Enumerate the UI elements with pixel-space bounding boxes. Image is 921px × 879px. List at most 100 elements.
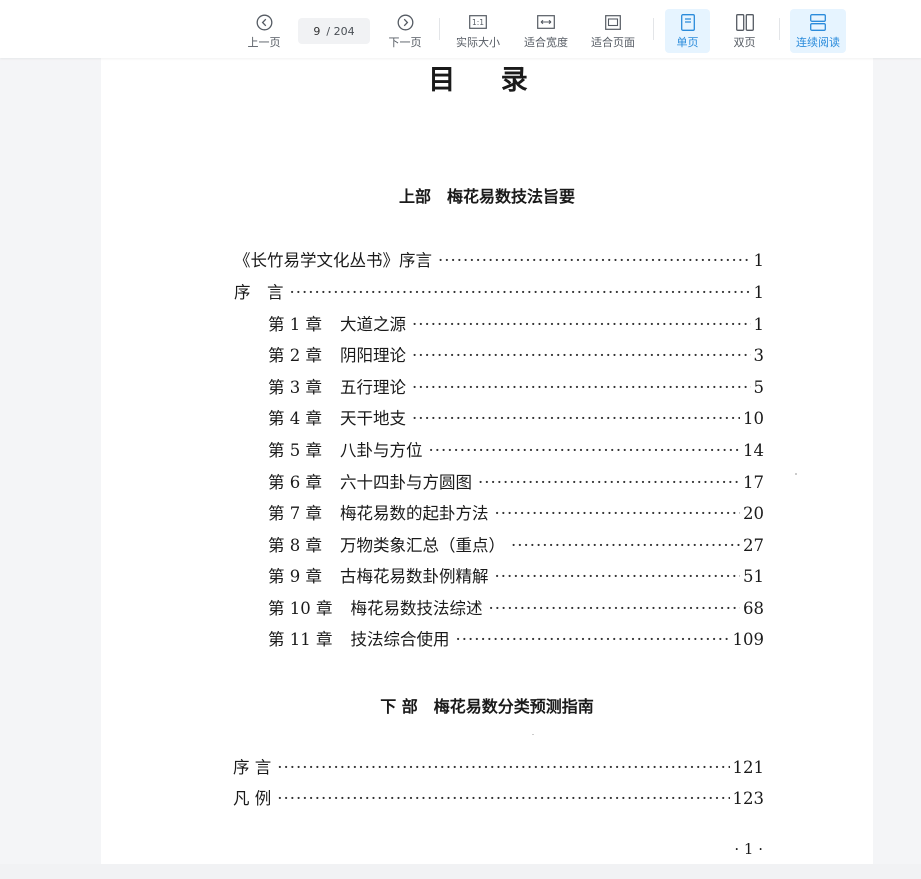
toc-page-number: 5 (753, 378, 765, 397)
page-number: · 1 · (734, 840, 763, 858)
double-page-button[interactable]: 双页 (722, 9, 767, 53)
toc-chapter: 第 2 章 (268, 346, 322, 365)
toc-page-number: 123 (732, 789, 765, 808)
toolbar-divider (779, 18, 780, 40)
toc-page-number: 1 (753, 315, 765, 334)
toc-entry[interactable]: 凡 例 123 (233, 788, 764, 810)
toc-entry-title: 大道之源 (340, 315, 406, 334)
toc-entry[interactable]: 第 11 章技法综合使用 109 (268, 629, 764, 651)
page-current-input[interactable]: 9 (313, 25, 320, 38)
toc-leader-dots (277, 788, 729, 810)
single-page-icon (678, 12, 698, 32)
chevron-left-circle-icon (254, 12, 274, 32)
reader-toolbar: 上一页 9 / 204 下一页 1:1 实际大小 适合宽度 适合页面 单页 双页… (0, 0, 921, 58)
bottom-strip (0, 864, 921, 879)
toc-entry[interactable]: 第 3 章五行理论 5 (268, 377, 764, 399)
svg-text:1:1: 1:1 (472, 18, 484, 27)
double-page-label: 双页 (733, 36, 756, 49)
toc-chapter: 第 6 章 (268, 473, 322, 492)
toc-entry[interactable]: 第 8 章万物类象汇总（重点） 27 (268, 535, 764, 557)
part1-title: 上部 梅花易数技法旨要 (398, 187, 575, 206)
toc-entry[interactable]: 第 10 章梅花易数技法综述 68 (268, 598, 764, 620)
actual-size-label: 实际大小 (456, 36, 500, 49)
toc-page-number: 109 (732, 630, 765, 649)
continuous-reading-label: 连续阅读 (796, 36, 840, 49)
toc-entry-title: 六十四卦与方圆图 (340, 473, 472, 492)
toc-entry[interactable]: 第 9 章古梅花易数卦例精解 51 (268, 566, 764, 588)
toc-chapter: 《长竹易学文化丛书》序言 (234, 251, 432, 270)
toc-entry[interactable]: 序 言 1 (234, 282, 764, 304)
part2-title: 下 部 梅花易数分类预测指南 (380, 697, 594, 716)
toolbar-divider (439, 18, 440, 40)
toc-leader-dots (495, 503, 741, 525)
double-page-icon (735, 12, 755, 32)
toc-entry-title: 八卦与方位 (340, 441, 423, 460)
toc-chapter: 第 10 章 (268, 599, 333, 618)
toc-page-number: 121 (732, 758, 765, 777)
toc-chapter: 序 言 (233, 758, 272, 777)
toc-page-number: 20 (743, 504, 764, 523)
toc-chapter: 第 4 章 (268, 409, 322, 428)
page-indicator[interactable]: 9 / 204 (298, 18, 370, 44)
toc-entry[interactable]: 第 7 章梅花易数的起卦方法 20 (268, 503, 764, 525)
toc-entry-title: 古梅花易数卦例精解 (340, 567, 489, 586)
toc-leader-dots (412, 345, 751, 367)
actual-size-button[interactable]: 1:1 实际大小 (452, 9, 504, 53)
toc-entry-title: 梅花易数技法综述 (350, 599, 483, 618)
toc-leader-dots (290, 282, 751, 304)
fit-width-icon (536, 12, 556, 32)
toc-chapter: 第 9 章 (268, 567, 322, 586)
single-page-button[interactable]: 单页 (665, 9, 710, 53)
toc-entry[interactable]: 第 4 章天干地支 10 (268, 408, 764, 430)
toc-chapter: 凡 例 (233, 789, 272, 808)
toc-entry-title: 梅花易数的起卦方法 (340, 504, 489, 523)
toc-entry[interactable]: 第 5 章八卦与方位 14 (268, 440, 764, 462)
fit-page-label: 适合页面 (591, 36, 635, 49)
toc-leader-dots (412, 314, 751, 336)
toc-entry-title: 阴阳理论 (340, 346, 406, 365)
toc-chapter: 序 言 (234, 283, 284, 302)
toc-chapter: 第 7 章 (268, 504, 322, 523)
next-page-label: 下一页 (388, 36, 422, 49)
fit-page-button[interactable]: 适合页面 (587, 9, 639, 53)
toc-leader-dots (478, 472, 740, 494)
toc-leader-dots (495, 566, 741, 588)
fit-width-label: 适合宽度 (524, 36, 568, 49)
toc-leader-dots (438, 250, 751, 272)
toc-entry-title: 五行理论 (340, 378, 406, 397)
continuous-scroll-icon (808, 12, 828, 32)
prev-page-label: 上一页 (247, 36, 281, 49)
toc-entry-title: 万物类象汇总（重点） (340, 536, 505, 555)
toc-entry[interactable]: 第 2 章阴阳理论 3 (268, 345, 764, 367)
chevron-right-circle-icon (395, 12, 415, 32)
toc-chapter: 第 3 章 (268, 378, 322, 397)
toc-entry[interactable]: 第 1 章大道之源 1 (268, 314, 764, 336)
toc-chapter: 第 11 章 (268, 630, 333, 649)
fit-width-button[interactable]: 适合宽度 (520, 9, 572, 53)
toc-entry[interactable]: 序 言 121 (233, 757, 764, 779)
page-total: / 204 (326, 24, 355, 38)
toc-chapter: 第 5 章 (268, 441, 322, 460)
toc-page-number: 1 (753, 283, 765, 302)
prev-page-button[interactable]: 上一页 (244, 9, 284, 53)
toc-chapter: 第 1 章 (268, 315, 322, 334)
scan-speck (532, 734, 534, 735)
toc-entry[interactable]: 《长竹易学文化丛书》序言 1 (234, 250, 764, 272)
toc-entry-title: 天干地支 (340, 409, 406, 428)
toc-entry[interactable]: 第 6 章六十四卦与方圆图 17 (268, 472, 764, 494)
toc-leader-dots (489, 598, 741, 620)
toc-leader-dots (511, 535, 740, 557)
toc-leader-dots (412, 377, 751, 399)
next-page-button[interactable]: 下一页 (385, 9, 425, 53)
toc-leader-dots (277, 757, 729, 779)
toc-page-number: 3 (753, 346, 765, 365)
toc-page-number: 14 (743, 441, 764, 460)
toc-leader-dots (429, 440, 741, 462)
toc-chapter: 第 8 章 (268, 536, 322, 555)
document-page: 目 录 上部 梅花易数技法旨要 《长竹易学文化丛书》序言1序 言1第 1 章大道… (101, 58, 873, 864)
toc-leader-dots (456, 629, 730, 651)
toc-page-number: 27 (743, 536, 764, 555)
fit-page-icon (603, 12, 623, 32)
scan-speck (795, 473, 797, 475)
continuous-reading-button[interactable]: 连续阅读 (790, 9, 846, 53)
